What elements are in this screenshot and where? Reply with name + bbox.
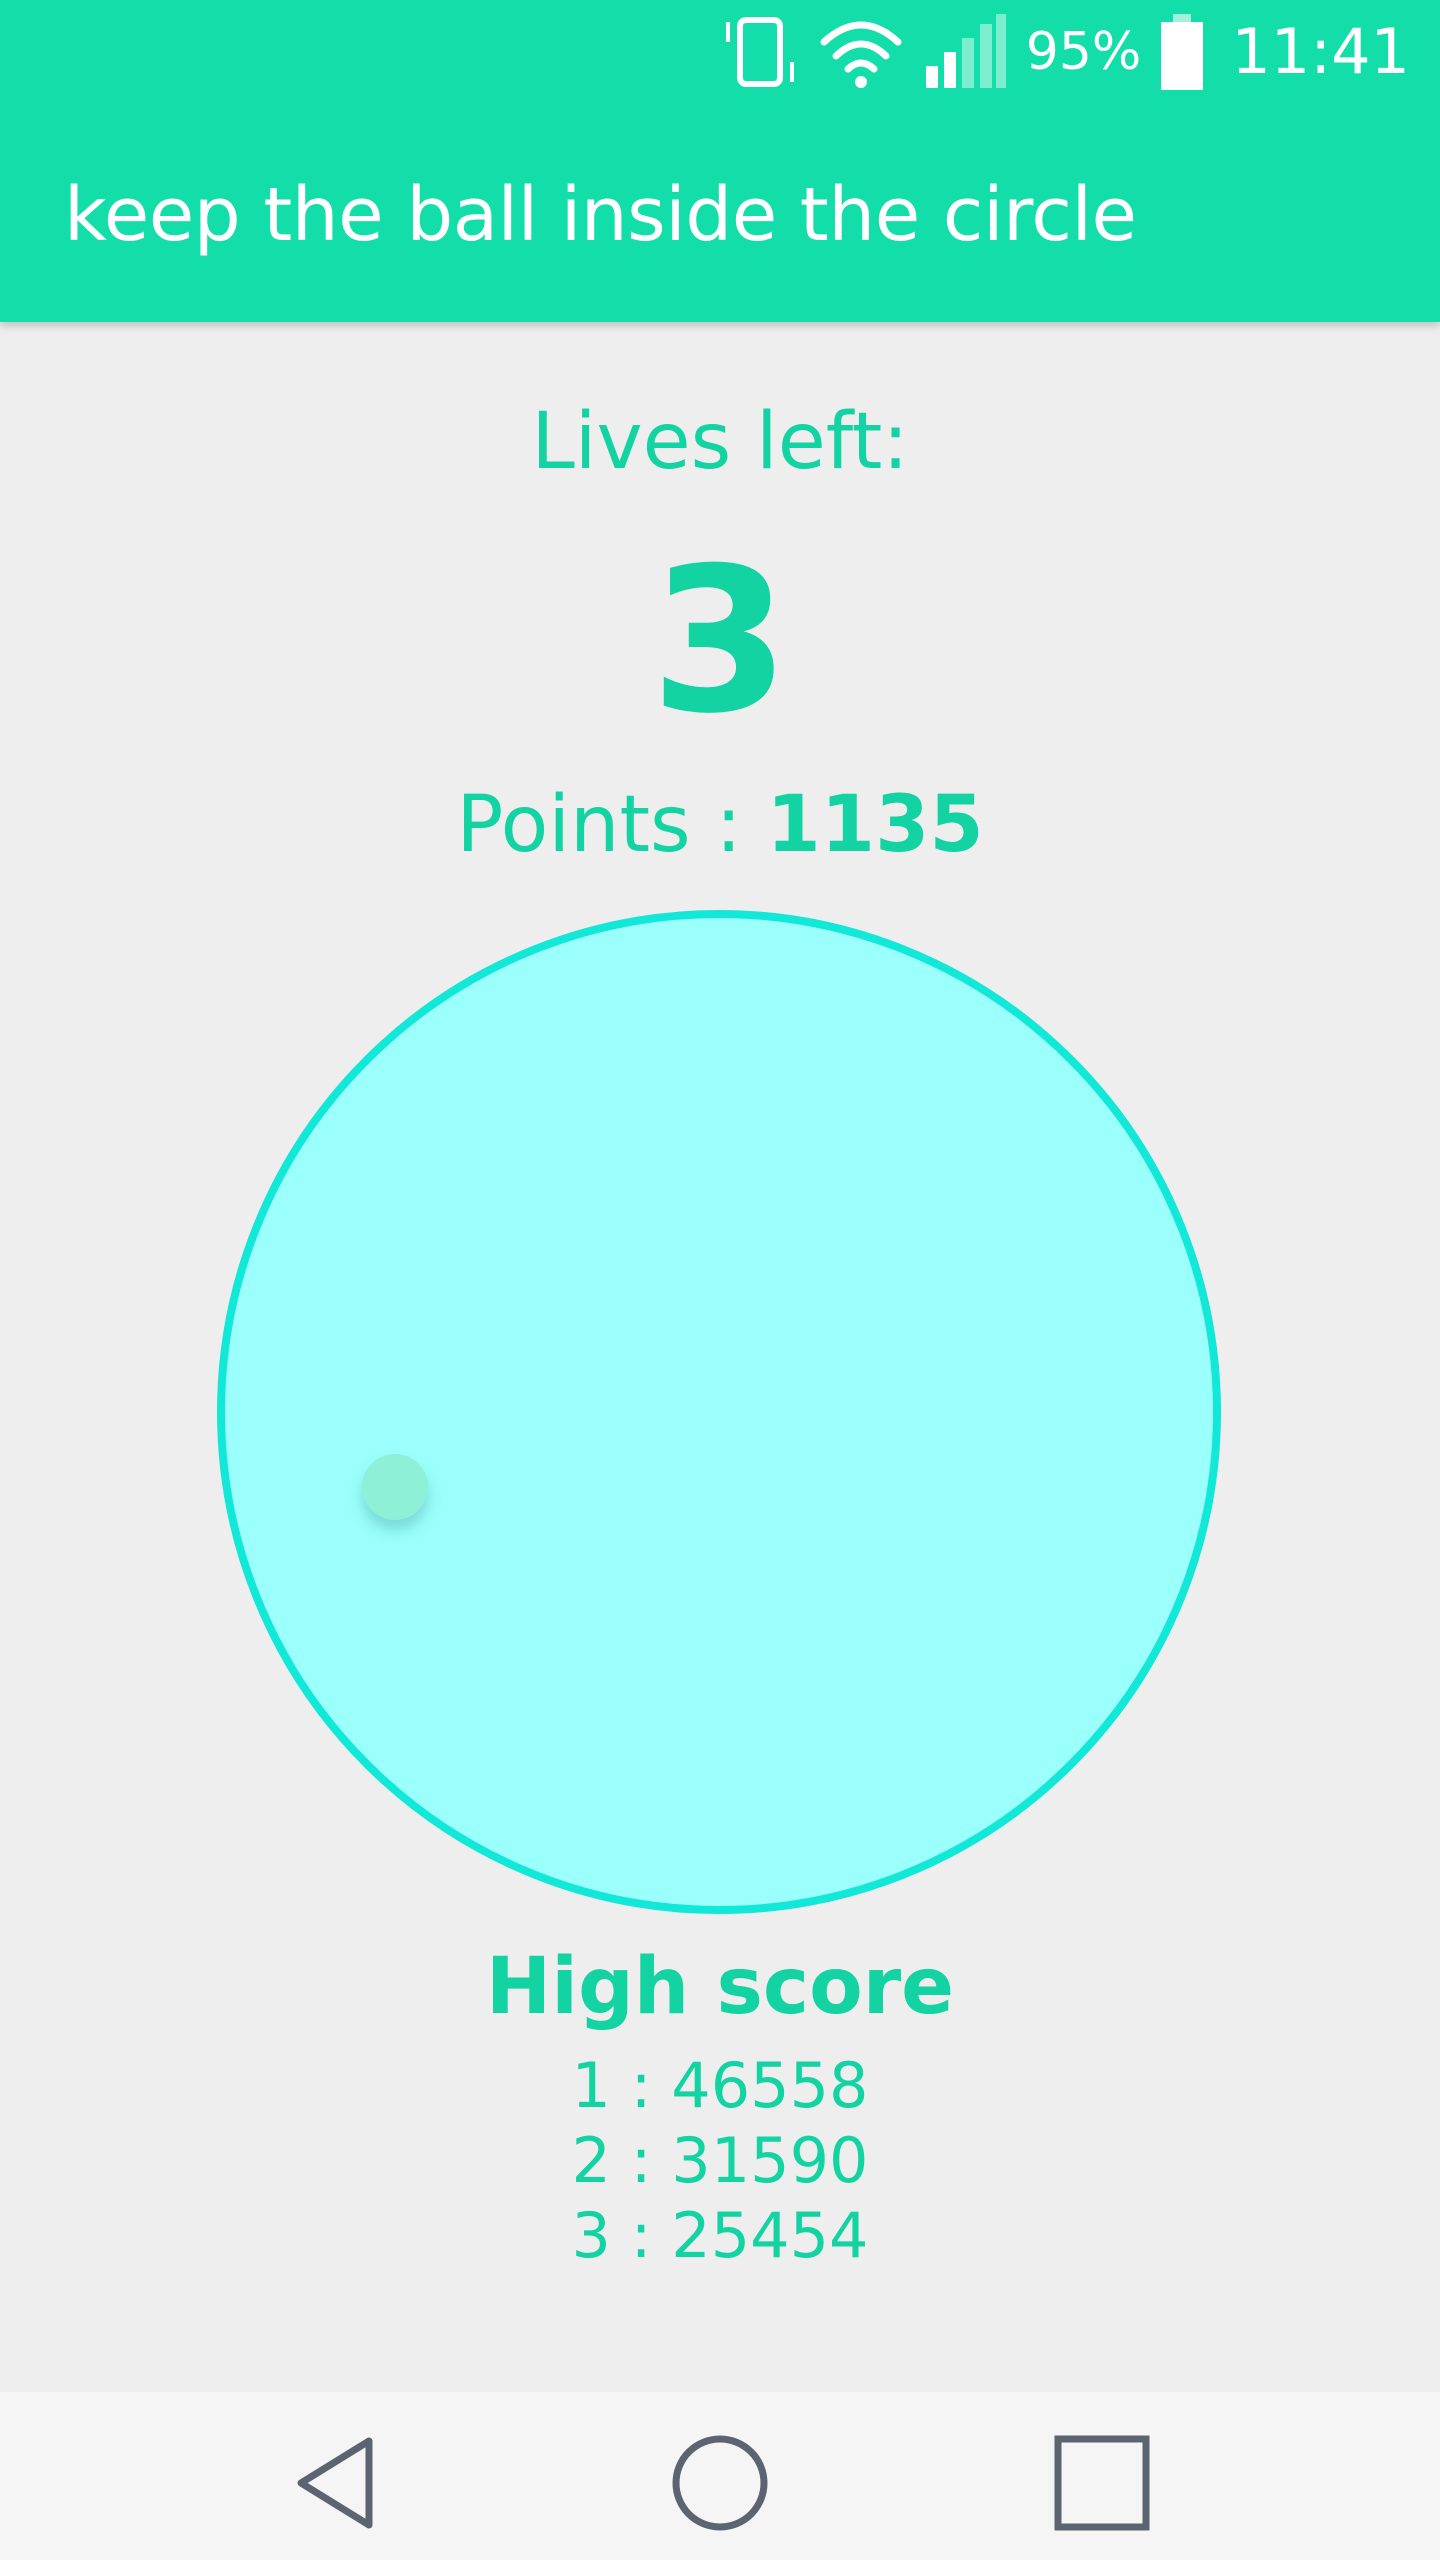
status-bar: 95% 11:41 bbox=[0, 0, 1440, 104]
battery-percent: 95% bbox=[1025, 22, 1142, 82]
points-value: 1135 bbox=[766, 780, 984, 870]
back-button[interactable] bbox=[284, 2430, 394, 2540]
top-bar: 95% 11:41 keep the ball inside the circl… bbox=[0, 0, 1440, 322]
high-score-list: 1 : 46558 2 : 31590 3 : 25454 bbox=[0, 2048, 1440, 2273]
boundary-circle[interactable] bbox=[217, 910, 1221, 1914]
home-button[interactable] bbox=[665, 2430, 775, 2540]
points-label: Points : bbox=[456, 780, 767, 870]
lives-count: 3 bbox=[650, 525, 790, 758]
game-screen: 95% 11:41 keep the ball inside the circl… bbox=[0, 0, 1440, 2560]
battery-icon bbox=[1159, 12, 1205, 92]
app-title: keep the ball inside the circle bbox=[64, 172, 1137, 258]
signal-icon bbox=[922, 12, 1008, 92]
status-icons: 95% 11:41 bbox=[720, 8, 1410, 96]
high-score-entry: 1 : 46558 bbox=[571, 2049, 869, 2122]
high-score-title: High score bbox=[485, 1942, 955, 2032]
clock: 11:41 bbox=[1231, 15, 1410, 88]
high-score-entry: 2 : 31590 bbox=[571, 2124, 869, 2197]
lives-label: Lives left: bbox=[531, 397, 909, 487]
high-score-entry: 3 : 25454 bbox=[571, 2199, 869, 2272]
recents-button[interactable] bbox=[1047, 2430, 1157, 2540]
ball[interactable] bbox=[362, 1454, 428, 1520]
home-icon bbox=[670, 2433, 770, 2538]
vibrate-icon bbox=[720, 12, 800, 92]
back-icon bbox=[289, 2433, 389, 2538]
wifi-icon bbox=[818, 12, 904, 92]
play-area[interactable] bbox=[217, 910, 1221, 1914]
recents-icon bbox=[1052, 2433, 1152, 2538]
game-content: Lives left: 3 Points : 1135 High score 1… bbox=[0, 322, 1440, 2392]
navigation-bar bbox=[0, 2392, 1440, 2560]
points-display: Points : 1135 bbox=[0, 770, 1440, 880]
